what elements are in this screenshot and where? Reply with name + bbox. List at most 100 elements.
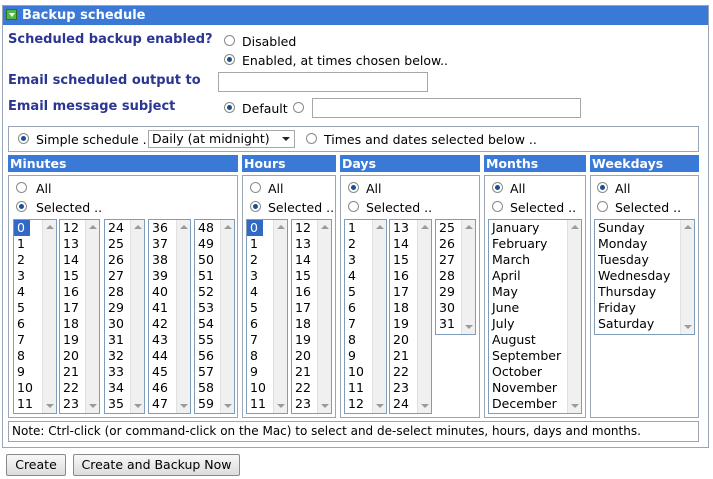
days-selected-radio[interactable] xyxy=(348,201,359,212)
scrollbar[interactable] xyxy=(680,220,694,334)
days-list-2[interactable]: 13 14 15 16 17 18 19 20 21 22 23 24 xyxy=(389,219,432,414)
scrollbar[interactable] xyxy=(85,220,99,413)
simple-schedule-value: Daily (at midnight) xyxy=(152,131,270,146)
scroll-up-icon[interactable] xyxy=(684,225,692,229)
hours-list-2[interactable]: 12 13 14 15 16 17 18 19 20 21 22 23 xyxy=(291,219,332,414)
scrollbar[interactable] xyxy=(42,220,56,413)
months-all-label: All xyxy=(510,181,526,196)
minutes-list-5[interactable]: 48 49 50 51 52 53 54 55 56 57 58 59 xyxy=(194,219,235,414)
hours-list-1[interactable]: 0 1 2 3 4 5 6 7 8 9 10 11 xyxy=(246,219,288,414)
minutes-list-2[interactable]: 12 13 14 15 16 17 18 19 20 21 22 23 xyxy=(59,219,100,414)
scrollbar[interactable] xyxy=(220,220,234,413)
scroll-down-icon[interactable] xyxy=(421,404,429,408)
weekdays-header: Weekdays xyxy=(590,155,699,172)
hours-selected-label: Selected .. xyxy=(268,200,335,215)
months-selected-radio[interactable] xyxy=(492,201,503,212)
minutes-all-radio[interactable] xyxy=(16,182,27,193)
scroll-down-icon[interactable] xyxy=(465,325,473,329)
minutes-selected-label: Selected .. xyxy=(36,200,103,215)
hours-header: Hours xyxy=(242,155,336,172)
simple-schedule-radio[interactable] xyxy=(18,133,29,144)
scroll-down-icon[interactable] xyxy=(89,404,97,408)
minutes-header: Minutes xyxy=(8,155,238,172)
months-selected-label: Selected .. xyxy=(510,200,577,215)
scrollbar[interactable] xyxy=(176,220,190,413)
days-selected-label: Selected .. xyxy=(366,200,433,215)
minutes-list-3[interactable]: 24 25 26 27 28 29 30 31 32 33 34 35 xyxy=(104,219,145,414)
scroll-up-icon[interactable] xyxy=(180,225,188,229)
scroll-down-icon[interactable] xyxy=(224,404,232,408)
enabled-radio[interactable] xyxy=(224,54,235,65)
months-list[interactable]: January February March April May June July Augu… xyxy=(488,219,582,414)
times-selected-label: Times and dates selected below .. xyxy=(324,132,537,147)
scheduled-enabled-label: Scheduled backup enabled? xyxy=(8,32,213,47)
days-all-label: All xyxy=(366,181,382,196)
scroll-down-icon[interactable] xyxy=(376,404,384,408)
weekdays-all-radio[interactable] xyxy=(597,182,608,193)
subject-custom-radio[interactable] xyxy=(293,102,304,113)
scroll-up-icon[interactable] xyxy=(376,225,384,229)
disabled-radio[interactable] xyxy=(224,35,235,46)
months-header: Months xyxy=(484,155,586,172)
times-selected-radio[interactable] xyxy=(306,133,317,144)
weekdays-all-label: All xyxy=(615,181,631,196)
scroll-up-icon[interactable] xyxy=(224,225,232,229)
minutes-list-1[interactable]: 0 1 2 3 4 5 6 7 8 9 10 11 xyxy=(13,219,57,414)
scroll-up-icon[interactable] xyxy=(421,225,429,229)
scroll-up-icon[interactable] xyxy=(465,225,473,229)
weekdays-selected-radio[interactable] xyxy=(597,201,608,212)
months-all-radio[interactable] xyxy=(492,182,503,193)
days-list-1[interactable]: 1 2 3 4 5 6 7 8 9 10 11 12 xyxy=(344,219,387,414)
hours-selected-radio[interactable] xyxy=(250,201,261,212)
scroll-up-icon[interactable] xyxy=(571,225,579,229)
panel-title: Backup schedule xyxy=(22,8,146,23)
weekdays-list[interactable]: Sunday Monday Tuesday Wednesday Thursday Frid… xyxy=(594,219,695,335)
days-header: Days xyxy=(340,155,480,172)
scrollbar[interactable] xyxy=(317,220,331,413)
scroll-up-icon[interactable] xyxy=(134,225,142,229)
scroll-down-icon[interactable] xyxy=(571,404,579,408)
collapse-toggle-icon[interactable] xyxy=(6,9,17,20)
scroll-down-icon[interactable] xyxy=(684,325,692,329)
enabled-label: Enabled, at times chosen below.. xyxy=(242,53,449,68)
days-list-3[interactable]: 25 26 27 28 29 30 31 xyxy=(435,219,476,335)
minutes-selected-radio[interactable] xyxy=(16,201,27,212)
scrollbar[interactable] xyxy=(372,220,386,413)
minutes-list-4[interactable]: 36 37 38 39 40 41 42 43 44 45 46 47 xyxy=(148,219,191,414)
chevron-down-icon xyxy=(282,137,290,141)
panel-header: Backup schedule xyxy=(3,6,708,25)
scroll-down-icon[interactable] xyxy=(134,404,142,408)
scroll-down-icon[interactable] xyxy=(46,404,54,408)
subject-default-label: Default xyxy=(242,101,288,116)
create-and-backup-button[interactable]: Create and Backup Now xyxy=(73,454,240,476)
email-input[interactable] xyxy=(218,72,428,92)
scrollbar[interactable] xyxy=(273,220,287,413)
hours-all-radio[interactable] xyxy=(250,182,261,193)
list-item[interactable]: 0 xyxy=(14,220,30,236)
disabled-label: Disabled xyxy=(242,34,297,49)
scroll-down-icon[interactable] xyxy=(180,404,188,408)
minutes-all-label: All xyxy=(36,181,52,196)
scrollbar[interactable] xyxy=(417,220,431,413)
scroll-up-icon[interactable] xyxy=(321,225,329,229)
create-button[interactable]: Create xyxy=(6,454,66,476)
weekdays-selected-label: Selected .. xyxy=(615,200,682,215)
hours-all-label: All xyxy=(268,181,284,196)
list-item[interactable]: 0 xyxy=(247,220,263,236)
simple-schedule-label: Simple schedule .. xyxy=(36,132,151,147)
scrollbar[interactable] xyxy=(461,220,475,334)
email-label: Email scheduled output to xyxy=(8,73,201,88)
scroll-up-icon[interactable] xyxy=(89,225,97,229)
days-all-radio[interactable] xyxy=(348,182,359,193)
scroll-down-icon[interactable] xyxy=(321,404,329,408)
scroll-up-icon[interactable] xyxy=(277,225,285,229)
scroll-down-icon[interactable] xyxy=(277,404,285,408)
subject-input[interactable] xyxy=(312,98,581,118)
subject-default-radio[interactable] xyxy=(224,102,235,113)
simple-schedule-select[interactable]: Daily (at midnight) xyxy=(148,130,295,148)
scrollbar[interactable] xyxy=(130,220,144,413)
scroll-up-icon[interactable] xyxy=(46,225,54,229)
scrollbar[interactable] xyxy=(567,220,581,413)
subject-label: Email message subject xyxy=(8,99,176,114)
note-text: Note: Ctrl-click (or command-click on th… xyxy=(8,421,699,442)
